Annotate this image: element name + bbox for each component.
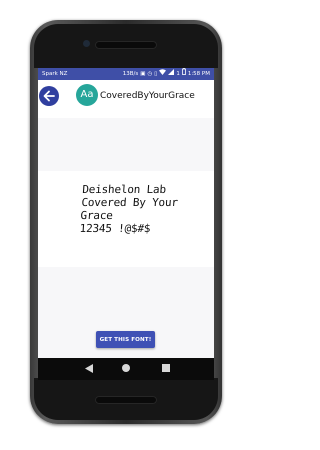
clock-time: 1:58 PM	[187, 71, 210, 77]
nav-back-icon[interactable]	[85, 364, 93, 373]
font-preview-panel: Deishelon Lab Covered By Your Grace 1234…	[38, 171, 214, 267]
signal-icon	[168, 68, 175, 80]
bottom-speaker-grille	[95, 396, 157, 404]
wifi-icon	[159, 68, 167, 80]
system-navigation-bar	[38, 358, 214, 380]
front-camera	[83, 40, 90, 47]
top-speaker-grille	[95, 41, 157, 49]
app-screen: Spark NZ 13B/s ▣ ◷ ▯ 1 1:58 PM Aa Covere…	[38, 68, 214, 380]
carrier-name: Spark NZ	[42, 71, 68, 77]
preview-line: 12345 !@$#$	[79, 222, 151, 235]
get-this-font-button[interactable]: GET THIS FONT!	[96, 331, 155, 348]
back-button[interactable]	[39, 86, 59, 106]
font-avatar: Aa	[76, 84, 98, 106]
nav-home-icon[interactable]	[122, 364, 130, 372]
status-icons: 13B/s ▣ ◷ ▯ 1 1:58 PM	[123, 68, 210, 80]
app-bar: Aa CoveredByYourGrace	[38, 80, 214, 118]
preview-line: Grace	[80, 209, 114, 222]
vibrate-icon: ▯	[154, 71, 158, 77]
battery-percent: 1	[176, 71, 180, 77]
alarm-icon: ◷	[147, 71, 153, 77]
battery-icon	[181, 68, 186, 80]
font-name-title: CoveredByYourGrace	[100, 91, 195, 101]
status-bar: Spark NZ 13B/s ▣ ◷ ▯ 1 1:58 PM	[38, 68, 214, 80]
nfc-icon: ▣	[140, 71, 146, 77]
arrow-left-icon	[43, 90, 55, 102]
network-speed: 13B/s	[122, 71, 139, 77]
preview-line: Covered By Your	[81, 196, 179, 209]
font-preview-text: Deishelon Lab Covered By Your Grace 1234…	[79, 183, 211, 235]
nav-recents-icon[interactable]	[162, 364, 170, 372]
preview-line: Deishelon Lab	[81, 183, 167, 196]
